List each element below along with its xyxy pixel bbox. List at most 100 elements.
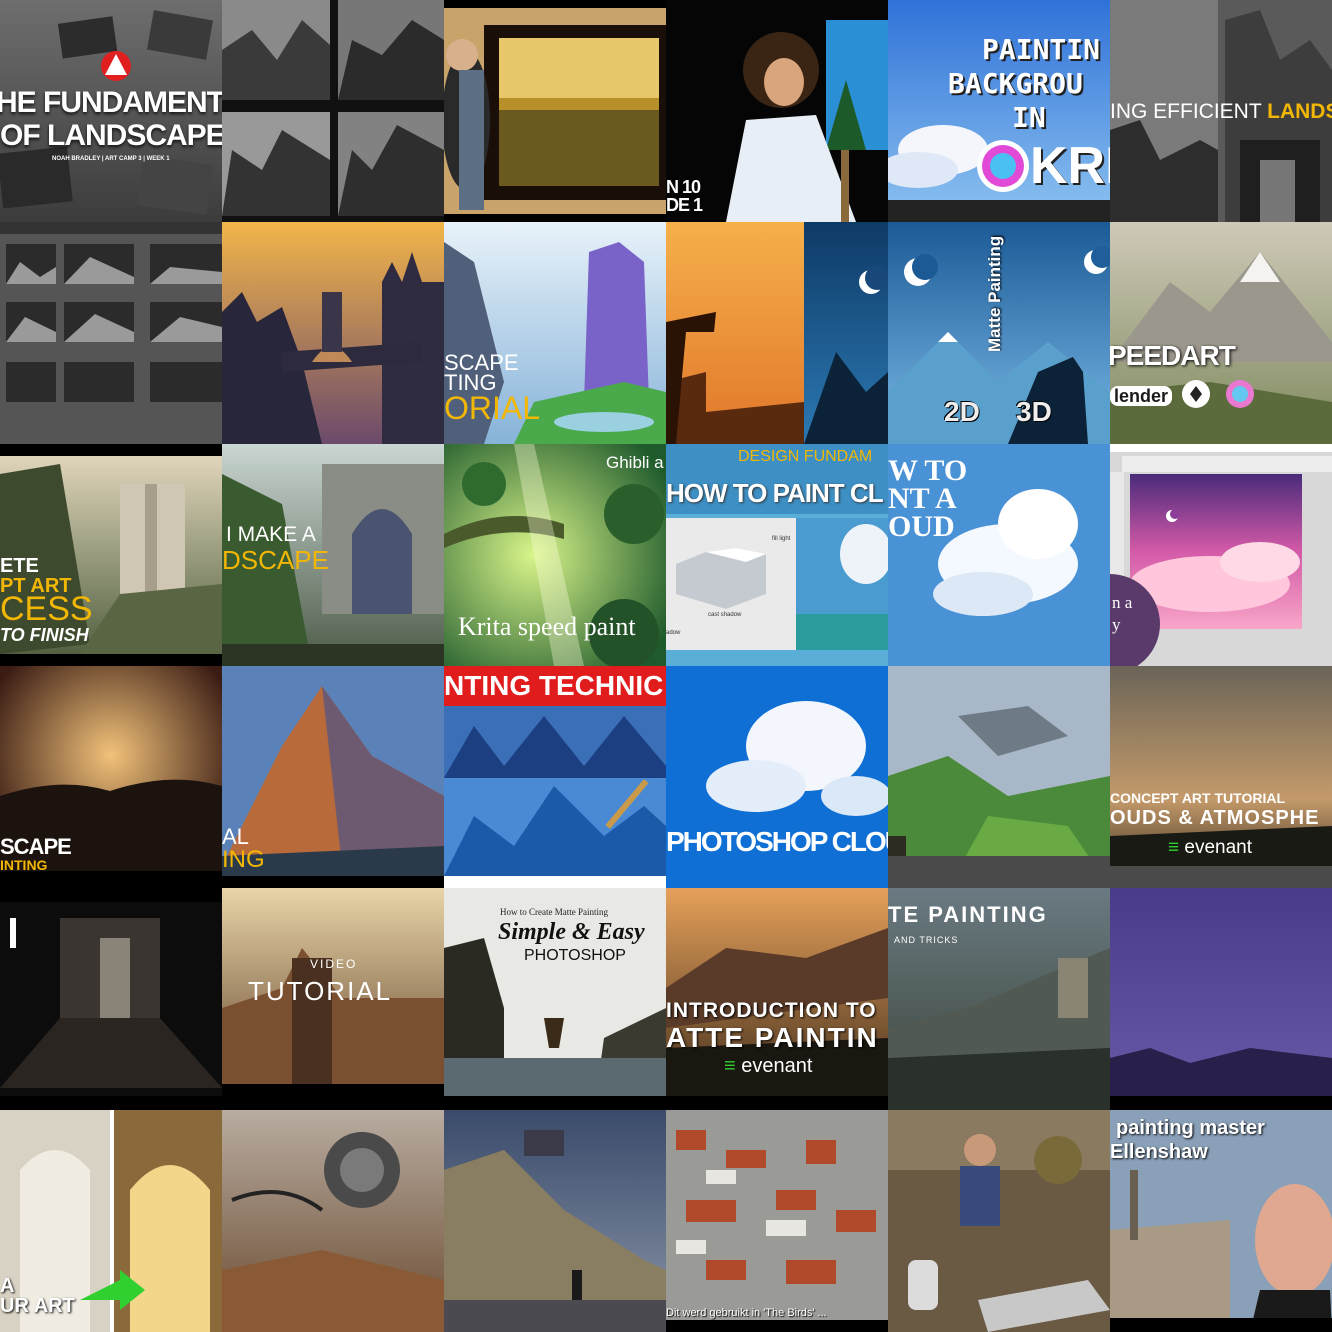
thumbnail-coast-castle[interactable] xyxy=(444,1110,666,1332)
title: PHOTOSHOP CLOUD PAI xyxy=(666,826,888,857)
subtitle: AND TRICKS xyxy=(894,935,959,945)
title: ING EFFICIENT LANDS xyxy=(1110,100,1332,123)
thumbnail-value-thumbs[interactable] xyxy=(222,0,444,222)
episode-line2: DE 1 xyxy=(666,195,703,215)
label-2d: 2D xyxy=(944,396,980,427)
thumbnail-scifi-desert[interactable] xyxy=(222,1110,444,1332)
title-line3: IN xyxy=(1012,101,1046,134)
thumbnail-video-tutorial[interactable]: VIDEO TUTORIAL xyxy=(222,888,444,1110)
thumbnail-krita-ghibli[interactable]: Ghibli a Krita speed paint xyxy=(444,444,666,666)
thumbnail-lucas-props[interactable] xyxy=(888,1110,1110,1332)
title-line2: BACKGROU xyxy=(948,67,1083,100)
title-speedart: PEEDART xyxy=(1110,340,1236,371)
thumbnail-krita-background[interactable]: PAINTIN BACKGROU IN KRIT xyxy=(888,0,1110,222)
thumbnail-ellenshaw[interactable]: painting master Ellenshaw xyxy=(1110,1110,1332,1332)
label-shadow: adow xyxy=(666,630,681,636)
title: OUDS & ATMOSPHE xyxy=(1110,807,1320,829)
thumbnail-image xyxy=(444,1110,666,1332)
thumbnail-efficient-landscape[interactable]: ING EFFICIENT LANDS xyxy=(1110,0,1332,222)
thumbnail-intro-matte[interactable]: INTRODUCTION TO ATTE PAINTIN ≡ evenant xyxy=(666,888,888,1110)
title-photoshop: PHOTOSHOP xyxy=(524,947,626,964)
thumbnail-title-line1: HE FUNDAMENTA xyxy=(0,86,222,119)
label-video: VIDEO xyxy=(310,957,358,971)
thumbnail-paint-clouds[interactable]: DESIGN FUNDAM HOW TO PAINT CL fill light… xyxy=(666,444,888,666)
title-line2: DSCAPE xyxy=(222,545,329,575)
thumbnail-your-art[interactable]: A UR ART xyxy=(0,1110,222,1332)
title: TE PAINTING xyxy=(888,902,1048,927)
thumbnail-make-landscape[interactable]: I MAKE A DSCAPE xyxy=(222,444,444,666)
title-line2: INTING xyxy=(0,857,48,873)
title-line1: A xyxy=(0,1275,15,1297)
thumbnail-image xyxy=(1110,222,1332,444)
thumbnail-wolf-sunset[interactable] xyxy=(666,222,888,444)
thumbnail-mountain[interactable]: AL ING xyxy=(222,666,444,888)
thumbnail-fundamentals[interactable]: HE FUNDAMENTA OF LANDSCAPES NOAH BRADLEY… xyxy=(0,0,222,222)
thumbnail-purple-night[interactable] xyxy=(1110,888,1332,1110)
title-speed-paint: Krita speed paint xyxy=(458,612,636,641)
title-line1: SCAPE xyxy=(0,834,72,859)
label-3d: 3D xyxy=(1016,396,1052,427)
thumbnail-image xyxy=(888,1110,1110,1332)
label-cast-shadow: cast shadow xyxy=(708,612,742,618)
title-simple: Simple & Easy xyxy=(498,919,645,945)
thumbnail-simple-easy[interactable]: How to Create Matte Painting Simple & Ea… xyxy=(444,888,666,1110)
thumbnail-matte-2d-3d[interactable]: Matte Painting 2D 3D xyxy=(888,222,1110,444)
title-line4: TO FINISH xyxy=(0,625,89,645)
thumbnail-dark-hall[interactable] xyxy=(0,888,222,1110)
title-line2: ATTE PAINTIN xyxy=(666,1022,879,1053)
episode-line1: N 10 xyxy=(666,177,701,197)
label-concept: CONCEPT ART TUTORIAL xyxy=(1110,790,1285,806)
thumbnail-title-line2: OF LANDSCAPES xyxy=(0,119,222,152)
thumbnail-clouds-atmosphere[interactable]: CONCEPT ART TUTORIAL OUDS & ATMOSPHE ≡ e… xyxy=(1110,666,1332,888)
title-line2: ING xyxy=(222,846,265,873)
thumbnail-image xyxy=(222,1110,444,1332)
title-line1: n a xyxy=(1112,593,1133,612)
title-ghibli: Ghibli a xyxy=(606,453,664,472)
thumbnail-image xyxy=(666,222,888,444)
thumbnail-image xyxy=(1110,444,1332,666)
thumbnail-speedart-blender[interactable]: PEEDART lender xyxy=(1110,222,1332,444)
thumbnail-image xyxy=(222,0,444,222)
vertical-title: Matte Painting xyxy=(985,235,1004,352)
brand-evenant: ≡ evenant xyxy=(724,1055,813,1077)
title-line2: Ellenshaw xyxy=(1110,1141,1208,1163)
thumbnail-pink-clouds[interactable]: n a y xyxy=(1110,444,1332,666)
thumbnail-castle-bridge[interactable] xyxy=(222,222,444,444)
thumbnail-the-birds[interactable]: Dit werd gebruikt in 'The Birds' ... xyxy=(666,1110,888,1332)
thumbnail-landscape-tutorial[interactable]: SCAPE TING ORIAL xyxy=(444,222,666,444)
title: NTING TECHNIC xyxy=(444,670,664,701)
thumbnail-image xyxy=(0,888,222,1110)
title-line3: ORIAL xyxy=(444,390,541,426)
thumbnail-image xyxy=(444,0,666,222)
title-line3: CESS xyxy=(0,590,93,628)
thumbnail-photoshop-cloud[interactable]: PHOTOSHOP CLOUD PAI xyxy=(666,666,888,888)
title-line1: PAINTIN xyxy=(982,33,1101,66)
thumbnail-how-to-cloud[interactable]: W TO NT A OUD xyxy=(888,444,1110,666)
subtitle-text: Dit werd gebruikt in 'The Birds' ... xyxy=(666,1307,827,1319)
title-line1: INTRODUCTION TO xyxy=(666,999,877,1022)
thumbnail-concept-process[interactable]: ETE PT ART CESS TO FINISH xyxy=(0,444,222,666)
thumbnail-bob-ross[interactable]: N 10 DE 1 xyxy=(666,0,888,222)
title-line2: UR ART xyxy=(0,1295,75,1317)
thumbnail-image xyxy=(888,666,1110,888)
thumbnail-matte-tricks[interactable]: TE PAINTING AND TRICKS xyxy=(888,888,1110,1110)
label-blender: lender xyxy=(1110,386,1173,406)
series-label: DESIGN FUNDAM xyxy=(738,448,873,465)
title-line1: painting master xyxy=(1116,1117,1265,1139)
title-line3: OUD xyxy=(888,510,955,543)
thumbnail-thumb-sheet[interactable] xyxy=(0,222,222,444)
label-fill-light: fill light xyxy=(772,536,791,542)
thumbnail-subtitle: NOAH BRADLEY | ART CAMP 3 | WEEK 1 xyxy=(52,156,170,162)
thumbnail-painting-technique[interactable]: NTING TECHNIC xyxy=(444,666,666,888)
title: HOW TO PAINT CL xyxy=(666,478,884,508)
thumbnail-image xyxy=(222,222,444,444)
thumbnail-sunset-landscape[interactable]: SCAPE INTING xyxy=(0,666,222,888)
thumbnail-green-hills-ship[interactable] xyxy=(888,666,1110,888)
thumbnail-image xyxy=(1110,888,1332,1110)
title-line1: AL xyxy=(222,824,249,849)
title-line2: y xyxy=(1112,615,1121,634)
title-krita: KRIT xyxy=(1030,137,1110,195)
thumbnail-framed-painting[interactable] xyxy=(444,0,666,222)
thumbnail-image xyxy=(666,1110,888,1332)
brand-evenant: ≡ evenant xyxy=(1168,837,1252,858)
